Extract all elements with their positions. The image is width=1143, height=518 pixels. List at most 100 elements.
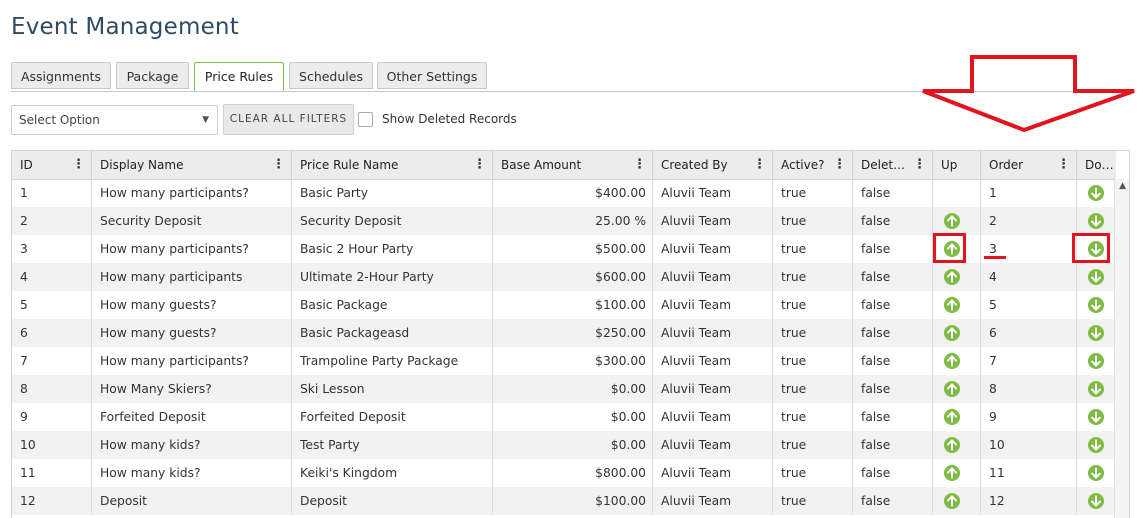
arrow-down-circle-icon[interactable]: [1088, 325, 1104, 341]
arrow-up-circle-icon[interactable]: [944, 325, 960, 341]
table-row[interactable]: 8 How Many Skiers? Ski Lesson $0.00 Aluvii T…: [12, 375, 1116, 403]
column-menu-icon[interactable]: ⋮: [272, 151, 285, 179]
arrow-down-circle-icon[interactable]: [1088, 409, 1104, 425]
column-header-up[interactable]: Up: [933, 151, 981, 179]
cell-display-name: How many participants?: [92, 235, 292, 263]
table-row[interactable]: 4 How many participants Ultimate 2-Hour Pa…: [12, 263, 1116, 291]
cell-id: 10: [12, 431, 92, 459]
column-menu-icon[interactable]: ⋮: [473, 151, 486, 179]
arrow-up-circle-icon[interactable]: [944, 465, 960, 481]
arrow-up-circle-icon[interactable]: [944, 381, 960, 397]
cell-price-rule-name: Deposit: [292, 487, 493, 515]
tab-assignments[interactable]: Assignments: [11, 62, 111, 89]
arrow-down-circle-icon[interactable]: [1088, 185, 1104, 201]
cell-created-by: Aluvii Team: [653, 375, 773, 403]
column-menu-icon[interactable]: ⋮: [633, 151, 646, 179]
column-menu-icon[interactable]: ⋮: [1057, 151, 1070, 179]
arrow-up-circle-icon[interactable]: [944, 269, 960, 285]
cell-up: [933, 347, 981, 375]
column-menu-icon[interactable]: ⋮: [72, 151, 85, 179]
column-header-deleted[interactable]: Delet… ⋮: [853, 151, 933, 179]
cell-order: 8: [981, 375, 1077, 403]
table-row[interactable]: 11 How many kids? Keiki's Kingdom $800.00 Al…: [12, 459, 1116, 487]
cell-id: 3: [12, 235, 92, 263]
arrow-up-circle-icon[interactable]: [944, 409, 960, 425]
cell-price-rule-name: Forfeited Deposit: [292, 403, 493, 431]
scroll-up-icon[interactable]: ▲: [1119, 181, 1126, 191]
table-row[interactable]: 1 How many participants? Basic Party $400.0…: [12, 179, 1116, 207]
column-header-base-amount[interactable]: Base Amount ⋮: [493, 151, 653, 179]
cell-active: true: [773, 403, 853, 431]
cell-created-by: Aluvii Team: [653, 291, 773, 319]
column-header-price-rule-name[interactable]: Price Rule Name ⋮: [292, 151, 493, 179]
cell-active: true: [773, 291, 853, 319]
cell-created-by: Aluvii Team: [653, 235, 773, 263]
arrow-up-circle-icon[interactable]: [944, 213, 960, 229]
filter-select-value: Select Option: [19, 113, 100, 127]
cell-id: 7: [12, 347, 92, 375]
cell-display-name: How many guests?: [92, 319, 292, 347]
cell-created-by: Aluvii Team: [653, 319, 773, 347]
table-row[interactable]: 7 How many participants? Trampoline Party …: [12, 347, 1116, 375]
column-header-label: Active?: [781, 158, 825, 172]
table-row[interactable]: 2 Security Deposit Security Deposit 25.00 %…: [12, 207, 1116, 235]
cell-active: true: [773, 319, 853, 347]
table-row[interactable]: 10 How many kids? Test Party $0.00 Aluvii Te…: [12, 431, 1116, 459]
column-menu-icon[interactable]: ⋮: [753, 151, 766, 179]
column-header-active[interactable]: Active? ⋮: [773, 151, 853, 179]
cell-price-rule-name: Security Deposit: [292, 207, 493, 235]
column-header-created-by[interactable]: Created By ⋮: [653, 151, 773, 179]
column-header-order[interactable]: Order ⋮: [981, 151, 1077, 179]
cell-order: 12: [981, 487, 1077, 515]
column-menu-icon[interactable]: ⋮: [833, 151, 846, 179]
table-row[interactable]: 9 Forfeited Deposit Forfeited Deposit $0.00…: [12, 403, 1116, 431]
table-row[interactable]: 5 How many guests? Basic Package $100.00 Alu…: [12, 291, 1116, 319]
tab-schedules[interactable]: Schedules: [289, 62, 373, 89]
tab-price-rules[interactable]: Price Rules: [194, 62, 284, 91]
show-deleted-checkbox[interactable]: [358, 112, 373, 127]
column-header-display-name[interactable]: Display Name ⋮: [92, 151, 292, 179]
arrow-down-circle-icon[interactable]: [1088, 465, 1104, 481]
cell-order: 9: [981, 403, 1077, 431]
arrow-down-circle-icon[interactable]: [1088, 381, 1104, 397]
cell-id: 1: [12, 179, 92, 207]
cell-up: [933, 207, 981, 235]
arrow-down-circle-icon[interactable]: [1088, 353, 1104, 369]
cell-base-amount: $600.00: [493, 263, 653, 291]
arrow-up-circle-icon[interactable]: [944, 493, 960, 509]
arrow-down-circle-icon[interactable]: [1088, 213, 1104, 229]
table-row[interactable]: 12 Deposit Deposit $100.00 Aluvii Team true fa…: [12, 487, 1116, 515]
cell-display-name: How many kids?: [92, 459, 292, 487]
cell-created-by: Aluvii Team: [653, 179, 773, 207]
filter-select[interactable]: Select Option ▼: [11, 105, 218, 135]
tab-package[interactable]: Package: [116, 62, 189, 89]
cell-active: true: [773, 235, 853, 263]
cell-base-amount: $800.00: [493, 459, 653, 487]
column-header-id[interactable]: ID ⋮: [12, 151, 92, 179]
cell-active: true: [773, 347, 853, 375]
clear-all-filters-button[interactable]: CLEAR ALL FILTERS: [223, 104, 354, 135]
tab-other-settings[interactable]: Other Settings: [377, 62, 487, 89]
arrow-up-circle-icon[interactable]: [944, 297, 960, 313]
table-row[interactable]: 6 How many guests? Basic Packageasd $250.00…: [12, 319, 1116, 347]
cell-price-rule-name: Basic Packageasd: [292, 319, 493, 347]
column-menu-icon[interactable]: ⋮: [913, 151, 926, 179]
arrow-down-circle-icon[interactable]: [1088, 269, 1104, 285]
cell-base-amount: $500.00: [493, 235, 653, 263]
cell-deleted: false: [853, 403, 933, 431]
cell-base-amount: $100.00: [493, 487, 653, 515]
arrow-down-circle-icon[interactable]: [1088, 437, 1104, 453]
column-header-down[interactable]: Do…: [1077, 151, 1116, 179]
cell-up: [933, 319, 981, 347]
arrow-down-circle-icon[interactable]: [1088, 297, 1104, 313]
cell-down: [1077, 487, 1116, 515]
cell-order: 10: [981, 431, 1077, 459]
cell-id: 5: [12, 291, 92, 319]
vertical-scrollbar[interactable]: [1114, 179, 1129, 518]
cell-created-by: Aluvii Team: [653, 263, 773, 291]
cell-price-rule-name: Keiki's Kingdom: [292, 459, 493, 487]
arrow-up-circle-icon[interactable]: [944, 353, 960, 369]
arrow-up-circle-icon[interactable]: [944, 437, 960, 453]
cell-up: [933, 263, 981, 291]
arrow-down-circle-icon[interactable]: [1088, 493, 1104, 509]
